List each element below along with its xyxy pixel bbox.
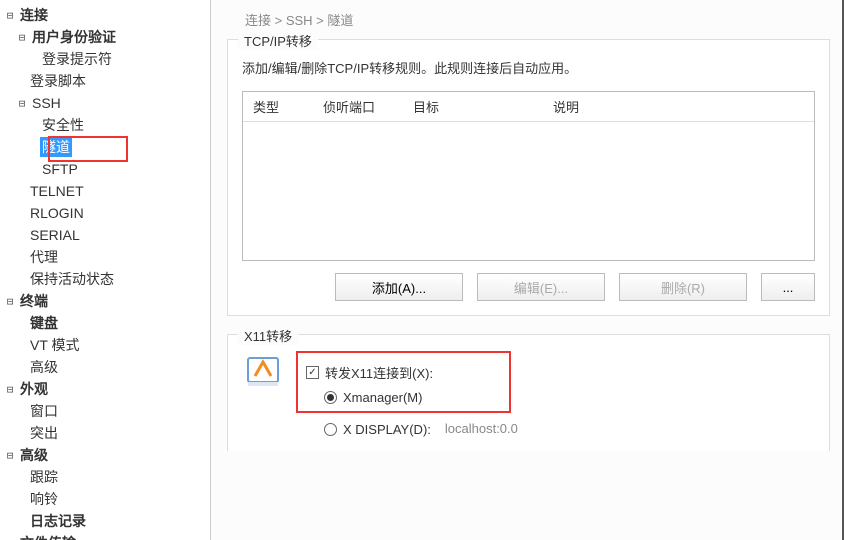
tree-connection[interactable]: ⊟连接 (4, 4, 210, 26)
tcp-group: TCP/IP转移 添加/编辑/删除TCP/IP转移规则。此规则连接后自动应用。 … (227, 39, 830, 316)
xdisplay-label: X DISPLAY(D): (343, 422, 431, 437)
table-header: 类型 侦听端口 目标 说明 (243, 92, 814, 122)
tree-keepalive[interactable]: 保持活动状态 (4, 268, 210, 290)
x11-group-title: X11转移 (238, 326, 298, 345)
add-button[interactable]: 添加(A)... (335, 273, 463, 301)
x11-group: X11转移 转发X11连接到(X): (227, 334, 830, 451)
tree-security[interactable]: 安全性 (4, 114, 210, 136)
tcp-group-title: TCP/IP转移 (238, 31, 318, 50)
tree-login-prompt[interactable]: 登录提示符 (4, 48, 210, 70)
rules-table[interactable]: 类型 侦听端口 目标 说明 (242, 91, 815, 261)
tree-vtmode[interactable]: VT 模式 (4, 334, 210, 356)
col-desc[interactable]: 说明 (543, 92, 814, 121)
edit-button[interactable]: 编辑(E)... (477, 273, 605, 301)
tree-highlight[interactable]: 突出 (4, 422, 210, 444)
more-button[interactable]: ... (761, 273, 815, 301)
tree-proxy[interactable]: 代理 (4, 246, 210, 268)
x11-forward-checkbox[interactable] (306, 366, 319, 379)
tree-ssh[interactable]: ⊟SSH (4, 92, 210, 114)
tree-log[interactable]: 日志记录 (4, 510, 210, 532)
tree-auth[interactable]: ⊟用户身份验证 (4, 26, 210, 48)
tree-keyboard[interactable]: 键盘 (4, 312, 210, 334)
settings-tree: ⊟连接 ⊟用户身份验证 登录提示符 登录脚本 ⊟SSH 安全性 隧道 SFTP … (0, 0, 210, 540)
delete-button[interactable]: 删除(R) (619, 273, 747, 301)
tree-advanced[interactable]: ⊟高级 (4, 444, 210, 466)
tree-serial[interactable]: SERIAL (4, 224, 210, 246)
tree-file-transfer[interactable]: ⊞文件传输 (4, 532, 210, 540)
tree-tunnel[interactable]: 隧道 (4, 136, 210, 158)
tree-window[interactable]: 窗口 (4, 400, 210, 422)
tree-telnet[interactable]: TELNET (4, 180, 210, 202)
col-target[interactable]: 目标 (403, 92, 543, 121)
xdisplay-radio[interactable] (324, 423, 337, 436)
col-type[interactable]: 类型 (243, 92, 313, 121)
tcp-description: 添加/编辑/删除TCP/IP转移规则。此规则连接后自动应用。 (242, 58, 815, 77)
x11-forward-label: 转发X11连接到(X): (325, 363, 433, 382)
col-port[interactable]: 侦听端口 (313, 92, 403, 121)
tree-rlogin[interactable]: RLOGIN (4, 202, 210, 224)
tree-sftp[interactable]: SFTP (4, 158, 210, 180)
tree-trace[interactable]: 跟踪 (4, 466, 210, 488)
tree-bell[interactable]: 响铃 (4, 488, 210, 510)
tree-appearance[interactable]: ⊟外观 (4, 378, 210, 400)
xmanager-label: Xmanager(M) (343, 390, 422, 405)
xdisplay-input[interactable] (445, 421, 605, 437)
main-panel: 连接 > SSH > 隧道 TCP/IP转移 添加/编辑/删除TCP/IP转移规… (210, 0, 842, 540)
tree-term-adv[interactable]: 高级 (4, 356, 210, 378)
xmanager-radio[interactable] (324, 391, 337, 404)
x11-highlight-frame: 转发X11连接到(X): Xmanager(M) (296, 351, 511, 413)
tree-terminal[interactable]: ⊟终端 (4, 290, 210, 312)
xmanager-icon (242, 351, 284, 393)
tree-login-script[interactable]: 登录脚本 (4, 70, 210, 92)
